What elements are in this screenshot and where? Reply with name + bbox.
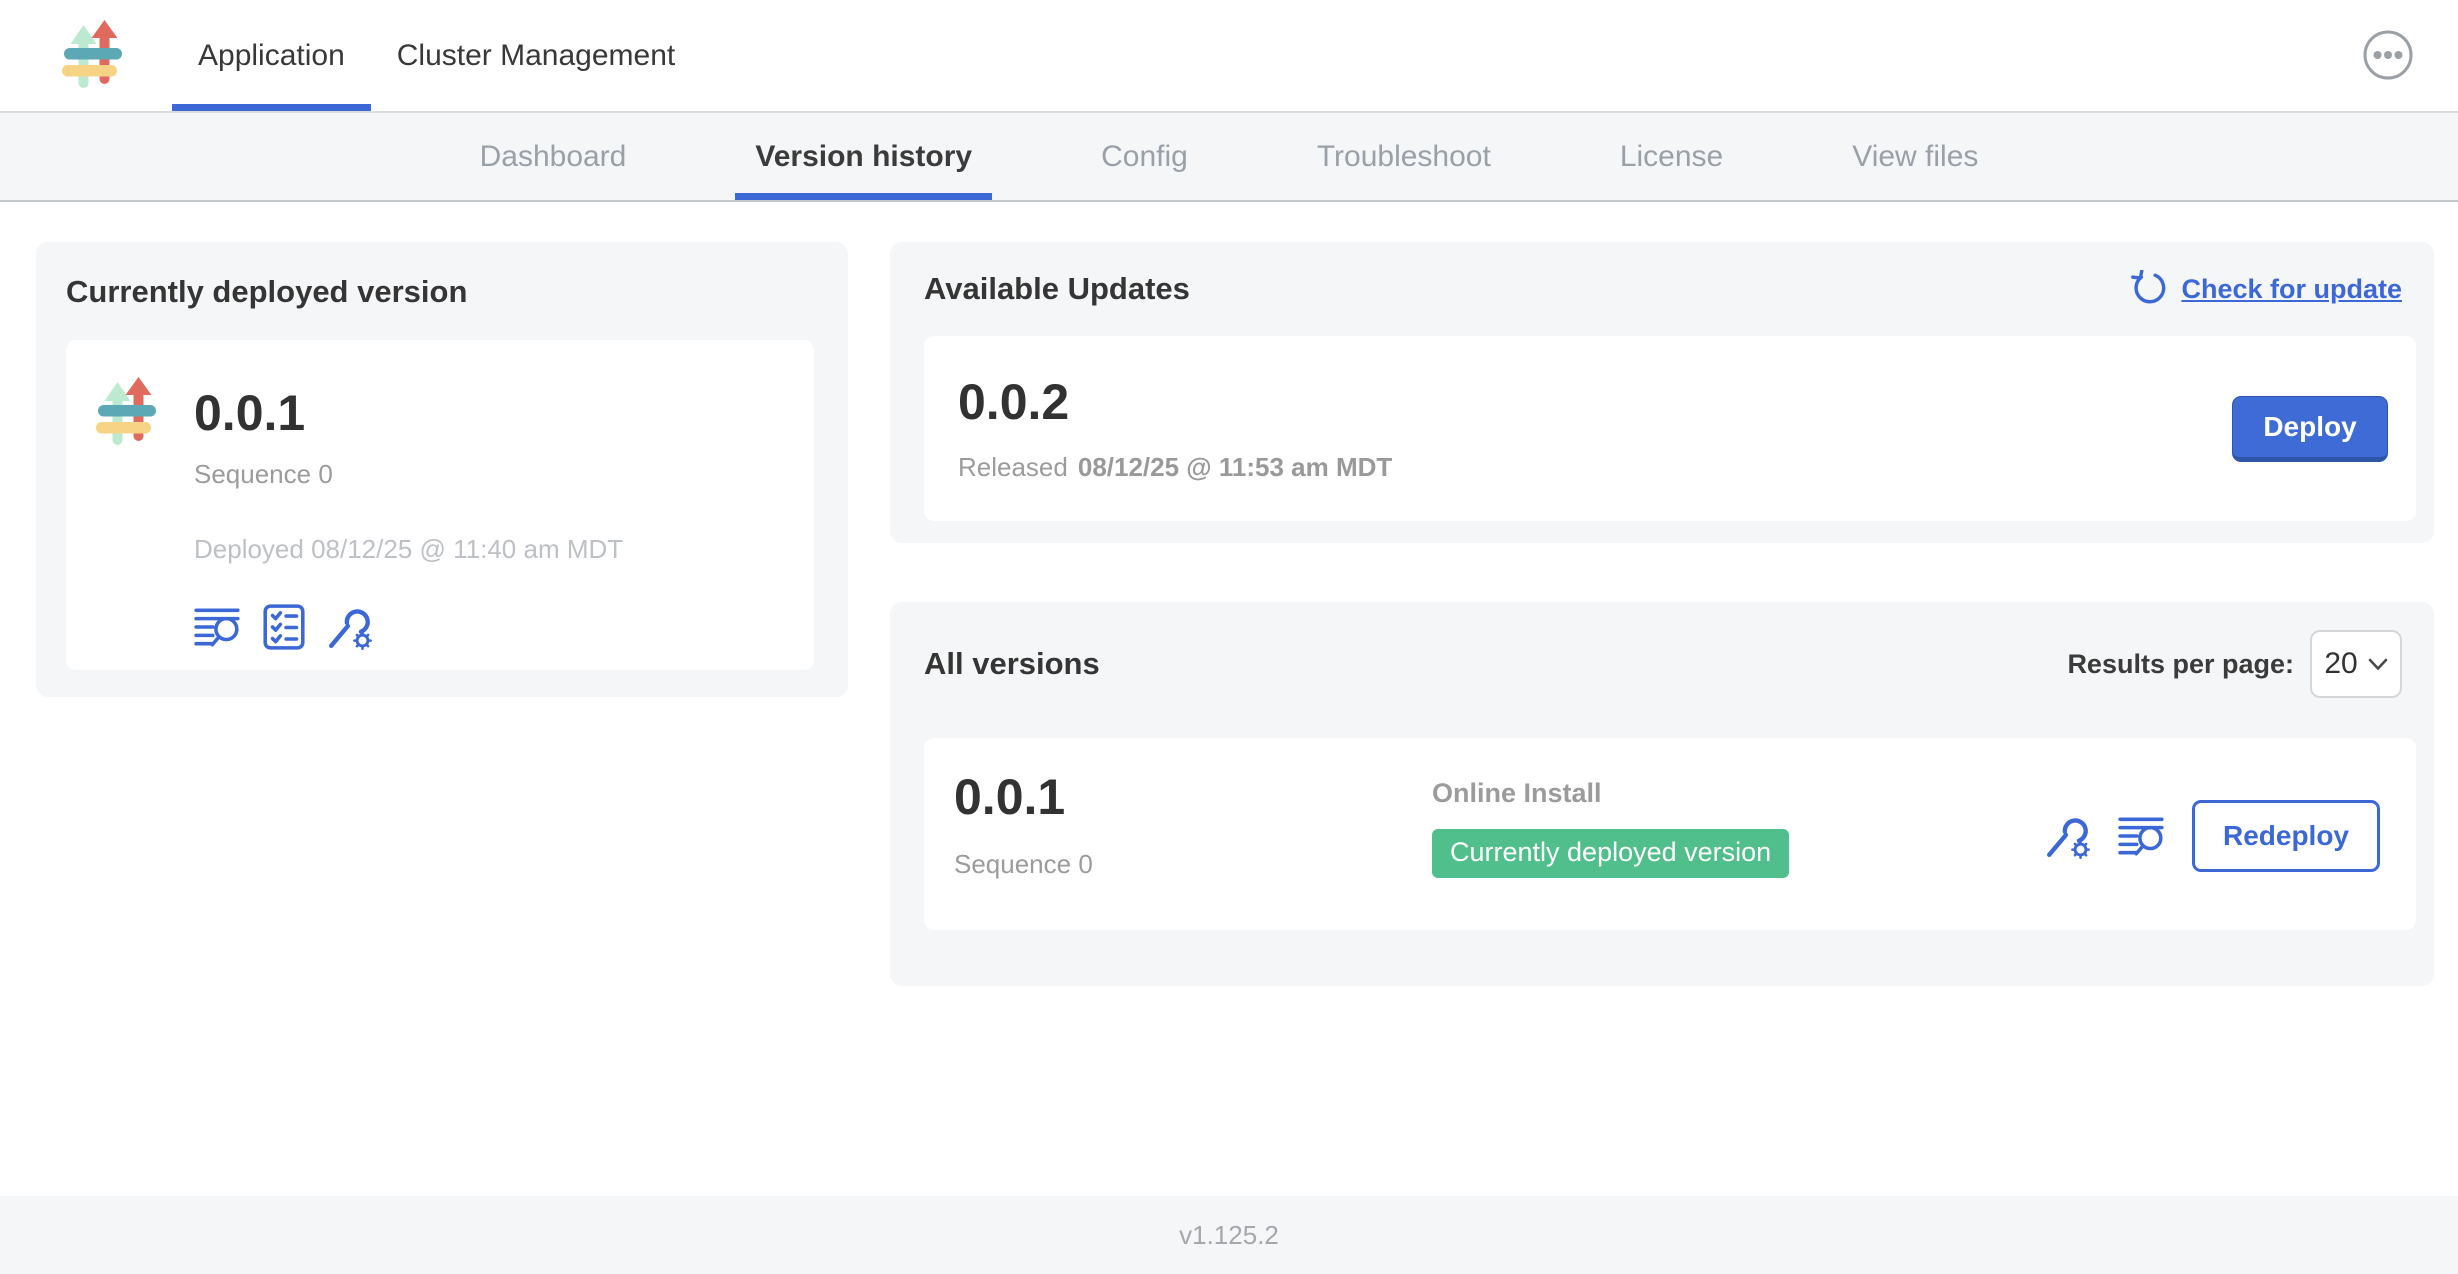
deployed-actions — [194, 603, 623, 651]
subnav-license-label: License — [1620, 140, 1723, 174]
diff-logs-icon[interactable] — [2118, 812, 2166, 860]
subnav-tab-troubleshoot[interactable]: Troubleshoot — [1297, 113, 1511, 200]
all-versions-header: All versions Results per page: 20 — [924, 630, 2416, 698]
all-versions-title: All versions — [924, 646, 1100, 682]
results-per-page: Results per page: 20 — [2067, 630, 2402, 698]
top-navbar: Application Cluster Management — [0, 0, 2458, 113]
app-subnav: Dashboard Version history Config Trouble… — [0, 113, 2458, 202]
currently-deployed-title: Currently deployed version — [66, 274, 814, 310]
row-sequence: Sequence 0 — [954, 849, 1432, 880]
top-nav-tabs: Application Cluster Management — [172, 0, 701, 111]
subnav-tab-dashboard[interactable]: Dashboard — [460, 113, 647, 200]
app-logo-icon — [62, 20, 126, 92]
available-updates-card: Available Updates Check for update — [890, 242, 2434, 543]
subnav-tab-license[interactable]: License — [1600, 113, 1743, 200]
redeploy-button[interactable]: Redeploy — [2192, 800, 2380, 872]
diff-logs-icon[interactable] — [194, 603, 242, 651]
deployed-sequence: Sequence 0 — [194, 459, 623, 490]
console-version: v1.125.2 — [1179, 1220, 1279, 1251]
released-prefix: Released — [958, 452, 1068, 482]
subnav-tab-version-history[interactable]: Version history — [735, 113, 992, 200]
currently-deployed-card: Currently deployed version 0.0.1 Sequenc… — [36, 242, 848, 697]
subnav-tab-config[interactable]: Config — [1081, 113, 1208, 200]
tab-cluster-management[interactable]: Cluster Management — [371, 0, 701, 111]
currently-deployed-panel: 0.0.1 Sequence 0 Deployed 08/12/25 @ 11:… — [66, 340, 814, 670]
install-type-label: Online Install — [1432, 778, 2044, 809]
tab-application-label: Application — [198, 39, 345, 73]
available-update-row: 0.0.2 Released 08/12/25 @ 11:53 am MDT De… — [924, 336, 2416, 521]
deploy-button[interactable]: Deploy — [2232, 396, 2388, 462]
edit-config-icon[interactable] — [2044, 812, 2092, 860]
row-version-number: 0.0.1 — [954, 770, 1432, 825]
subnav-troubleshoot-label: Troubleshoot — [1317, 140, 1491, 174]
version-row-version-col: 0.0.1 Sequence 0 — [954, 770, 1432, 880]
refresh-icon[interactable] — [2129, 270, 2167, 308]
check-for-update-link[interactable]: Check for update — [2129, 270, 2402, 308]
available-updates-title: Available Updates — [924, 271, 1190, 307]
version-row: 0.0.1 Sequence 0 Online Install Currentl… — [924, 738, 2416, 930]
subnav-dashboard-label: Dashboard — [480, 140, 627, 174]
subnav-tab-view-files[interactable]: View files — [1832, 113, 1998, 200]
tab-cluster-management-label: Cluster Management — [397, 39, 675, 73]
version-row-actions: Redeploy — [2044, 800, 2380, 872]
update-version-number: 0.0.2 — [958, 375, 1392, 430]
released-timestamp: 08/12/25 @ 11:53 am MDT — [1078, 452, 1392, 482]
preflight-checks-icon[interactable] — [260, 603, 308, 651]
right-column: Available Updates Check for update — [890, 242, 2434, 986]
status-badge: Currently deployed version — [1432, 829, 1789, 878]
main-content: Currently deployed version 0.0.1 Sequenc… — [0, 202, 2458, 1196]
check-for-update-label: Check for update — [2181, 274, 2402, 305]
deployed-version-info: 0.0.1 Sequence 0 Deployed 08/12/25 @ 11:… — [194, 368, 623, 642]
deployed-timestamp: Deployed 08/12/25 @ 11:40 am MDT — [194, 534, 623, 565]
edit-config-icon[interactable] — [326, 603, 374, 651]
version-row-status-col: Online Install Currently deployed versio… — [1432, 770, 2044, 878]
tab-application[interactable]: Application — [172, 0, 371, 111]
update-info: 0.0.2 Released 08/12/25 @ 11:53 am MDT — [958, 375, 1392, 483]
results-per-page-select[interactable]: 20 — [2310, 630, 2402, 698]
deployed-version-number: 0.0.1 — [194, 386, 623, 441]
app-logo-icon-small — [96, 376, 160, 450]
update-released-line: Released 08/12/25 @ 11:53 am MDT — [958, 452, 1392, 483]
footer: v1.125.2 — [0, 1196, 2458, 1274]
subnav-version-history-label: Version history — [755, 140, 972, 174]
admin-console: Application Cluster Management Dashboard… — [0, 0, 2458, 1274]
subnav-config-label: Config — [1101, 140, 1188, 174]
results-per-page-value: 20 — [2324, 647, 2357, 681]
chevron-down-icon — [2368, 658, 2388, 671]
results-per-page-label: Results per page: — [2067, 649, 2294, 680]
available-updates-header: Available Updates Check for update — [924, 270, 2416, 308]
all-versions-card: All versions Results per page: 20 — [890, 602, 2434, 986]
subnav-view-files-label: View files — [1852, 140, 1978, 174]
overflow-menu-icon[interactable] — [2362, 29, 2414, 81]
